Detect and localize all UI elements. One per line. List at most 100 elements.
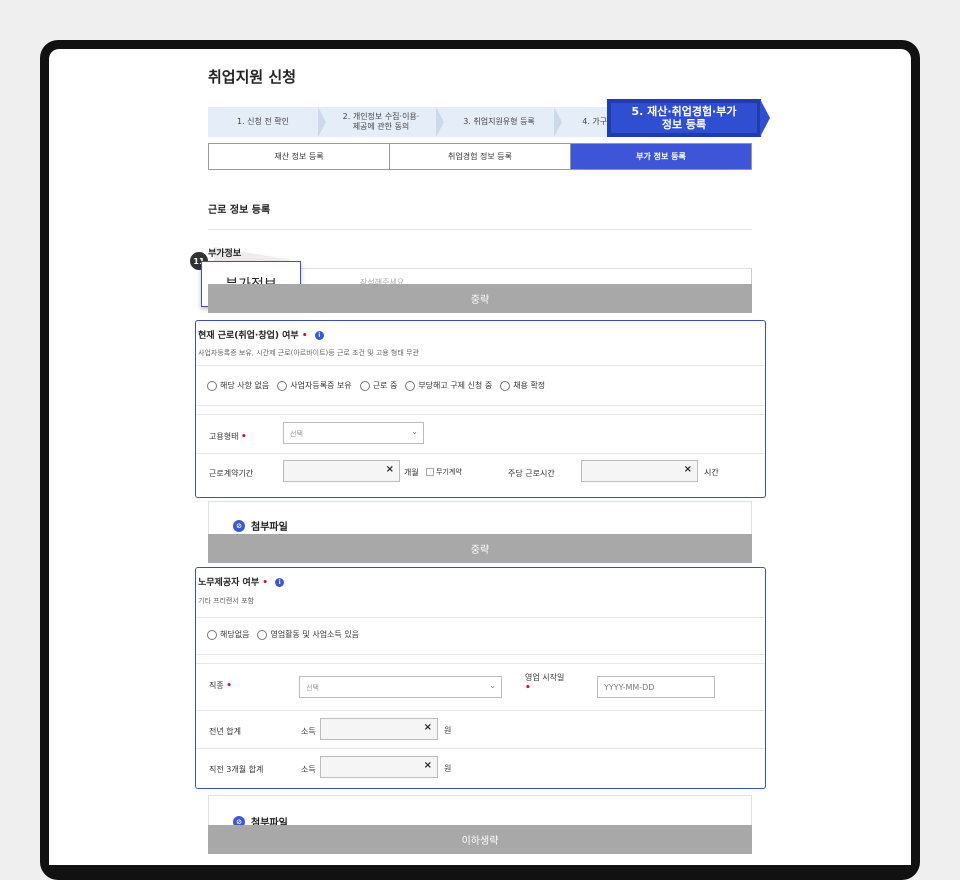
labor-radios: 해당없음 영업활동 및 사업소득 있음 [207, 629, 359, 640]
attachment-icon: ⊘ [233, 519, 245, 532]
radio-label: 채용 확정 [513, 381, 546, 390]
job-type-select[interactable]: 선택 ⌄ [299, 676, 502, 698]
labor-title-row: 노무제공자 여부 • i [198, 575, 285, 588]
info-icon[interactable]: i [275, 578, 285, 587]
weekly-hours-label: 주당 근로시간 [508, 469, 555, 478]
radio-business-income[interactable]: 영업활동 및 사업소득 있음 [257, 629, 359, 640]
step-5-line2: 정보 등록 [661, 118, 707, 131]
hours-unit: 시간 [704, 468, 719, 477]
prev-year-income-input[interactable]: × [320, 718, 438, 740]
step-5-active[interactable]: 5. 재산·취업경험·부가 정보 등록 [607, 99, 761, 137]
recent-3month-income-input[interactable]: × [320, 756, 438, 778]
radio-circle [257, 629, 268, 640]
divider [196, 365, 765, 366]
chevron-down-icon: ⌄ [411, 427, 418, 436]
months-unit: 개월 [404, 468, 419, 477]
radio-label: 사업자등록증 보유 [290, 381, 352, 390]
divider [196, 654, 765, 655]
label-text: 직종 [209, 681, 224, 690]
labor-description: 기타 프리랜서 포함 [198, 597, 254, 605]
recent-3month-label: 직전 3개월 합계 [209, 765, 264, 774]
attachment-section: ⊘ 첨부파일 [208, 501, 752, 534]
step-1[interactable]: 1. 신청 전 확인 [208, 107, 318, 137]
clear-icon[interactable]: × [424, 760, 432, 771]
attachment-label: 첨부파일 [251, 522, 288, 533]
job-type-label: 직종 • [209, 680, 232, 691]
clear-icon[interactable]: × [424, 722, 432, 733]
employ-type-label: 고용형태 • [209, 431, 247, 442]
clear-icon[interactable]: × [386, 464, 394, 475]
select-value: 선택 [290, 430, 303, 438]
select-value: 선택 [306, 684, 319, 692]
radio-hire-confirmed[interactable]: 채용 확정 [500, 380, 545, 391]
checkbox-icon [426, 468, 434, 476]
page-title: 취업지원 신청 [208, 68, 297, 86]
radio-label: 근로 중 [372, 381, 398, 390]
current-work-box: 현재 근로(취업·창업) 여부 • i 사업자등록증 보유, 시간제 근로(아르… [195, 320, 766, 498]
work-title-row: 현재 근로(취업·창업) 여부 • i [198, 328, 324, 341]
labor-provider-box: 노무제공자 여부 • i 기타 프리랜서 포함 해당없음 영업활동 및 사업소득… [195, 567, 766, 789]
checkbox-label: 무기계약 [436, 468, 462, 476]
start-date-input[interactable]: YYYY-MM-DD [597, 676, 715, 698]
radio-label: 해당없음 [220, 630, 250, 639]
omitted-bar: 중략 [208, 284, 752, 313]
contract-period-label: 근로계약기간 [209, 469, 254, 478]
radio-circle [207, 380, 217, 391]
divider [196, 405, 765, 406]
tab-property[interactable]: 재산 정보 등록 [209, 144, 390, 169]
chevron-down-icon: ⌄ [489, 681, 496, 690]
employ-type-select[interactable]: 선택 ⌄ [283, 422, 424, 444]
radio-working[interactable]: 근로 중 [359, 380, 398, 391]
step-3[interactable]: 3. 취업지원유형 등록 [444, 107, 554, 137]
work-description: 사업자등록증 보유, 시간제 근로(아르바이트)등 근로 조건 및 고용 형태 … [198, 349, 419, 357]
section-title: 근로 정보 등록 [208, 205, 271, 216]
radio-label: 해당 사항 없음 [220, 381, 270, 390]
radio-none[interactable]: 해당 사항 없음 [207, 380, 269, 391]
radio-unfair-dismissal[interactable]: 부당해고 구제 신청 중 [405, 380, 492, 391]
label-text: 영업 시작일 [525, 673, 565, 682]
clear-icon[interactable]: × [684, 464, 692, 475]
work-title: 현재 근로(취업·창업) 여부 [198, 331, 299, 341]
divider [196, 453, 765, 454]
start-date-label: 영업 시작일 • [525, 672, 564, 693]
required-mark: • [262, 578, 268, 588]
step-active-arrow [760, 99, 770, 137]
tab-extra-info[interactable]: 부가 정보 등록 [571, 144, 751, 169]
divider [196, 663, 765, 664]
step-divider [554, 107, 562, 137]
divider [196, 710, 765, 711]
step-2[interactable]: 2. 개인정보 수집·이용· 제공에 관한 동의 [326, 107, 436, 137]
attachment-section: ⊘ 첨부파일 [208, 795, 752, 829]
omitted-end-bar: 이하생략 [208, 825, 752, 854]
radio-circle [500, 380, 511, 391]
income-label: 소득 [301, 727, 316, 736]
radio-circle [405, 380, 416, 391]
radio-business-reg[interactable]: 사업자등록증 보유 [277, 380, 352, 391]
step-5-line1: 5. 재산·취업경험·부가 [631, 105, 737, 118]
divider [208, 229, 752, 230]
prev-year-total-label: 전년 합계 [209, 727, 241, 736]
label-text: 고용형태 [209, 432, 239, 441]
work-status-radios: 해당 사항 없음 사업자등록증 보유 근로 중 부당해고 구제 신청 중 채용 … [207, 380, 545, 391]
radio-circle [359, 380, 370, 391]
step-divider [318, 107, 326, 137]
radio-circle [207, 629, 217, 640]
required-mark: • [301, 331, 308, 341]
divider [196, 748, 765, 749]
divider [196, 414, 765, 415]
step-divider [436, 107, 444, 137]
income-label: 소득 [301, 765, 316, 774]
info-icon[interactable]: i [314, 331, 324, 340]
radio-not-applicable[interactable]: 해당없음 [207, 629, 249, 640]
won-unit: 원 [444, 764, 452, 773]
radio-circle [277, 380, 288, 391]
contract-period-input[interactable]: × [283, 460, 400, 482]
indefinite-checkbox[interactable]: 무기계약 [426, 467, 462, 477]
won-unit: 원 [444, 726, 452, 735]
subtabs: 재산 정보 등록 취업경험 정보 등록 부가 정보 등록 [208, 143, 752, 170]
tab-work-experience[interactable]: 취업경험 정보 등록 [390, 144, 571, 169]
screen: 취업지원 신청 1. 신청 전 확인 2. 개인정보 수집·이용· 제공에 관한… [49, 49, 911, 865]
weekly-hours-input[interactable]: × [581, 460, 698, 482]
radio-label: 영업활동 및 사업소득 있음 [270, 630, 360, 639]
required-mark: • [226, 681, 233, 691]
